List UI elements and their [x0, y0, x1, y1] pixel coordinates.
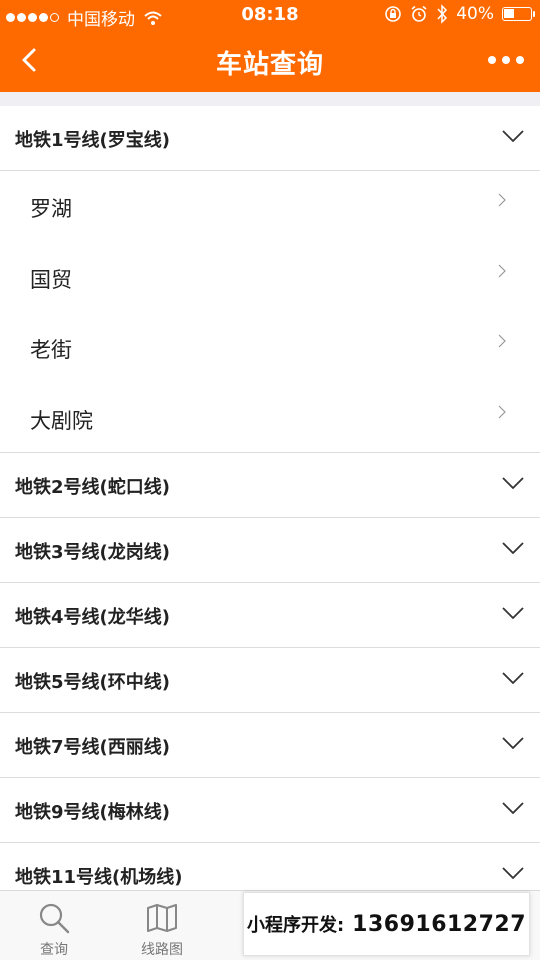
line-name: 地铁3号线(龙岗线) — [15, 542, 170, 563]
line-name: 地铁5号线(环中线) — [15, 672, 170, 693]
chevron-right-icon — [498, 334, 506, 348]
nav-bar: 车站查询 — [0, 30, 540, 92]
tab-label: 线路图 — [141, 942, 183, 958]
line-list: 地铁1号线(罗宝线) 罗湖国贸老街大剧院地铁2号线(蛇口线) 地铁3号线(龙岗线) 地… — [0, 106, 540, 908]
line-name: 地铁4号线(龙华线) — [15, 607, 170, 628]
line-header[interactable]: 地铁4号线(龙华线) — [0, 583, 540, 648]
station-name: 国贸 — [30, 267, 72, 292]
battery-percent: 40% — [456, 4, 494, 24]
map-icon — [147, 904, 177, 932]
bluetooth-icon — [437, 4, 448, 24]
line-header[interactable]: 地铁9号线(梅林线) — [0, 778, 540, 843]
search-icon — [39, 903, 70, 934]
chevron-right-icon — [498, 264, 506, 277]
station-item[interactable]: 国贸 — [0, 241, 540, 312]
chevron-down-icon — [502, 802, 524, 814]
contact-phone: 13691612727 — [352, 911, 527, 937]
line-header[interactable]: 地铁1号线(罗宝线) — [0, 106, 540, 171]
line-header[interactable]: 地铁5号线(环中线) — [0, 648, 540, 713]
line-header[interactable]: 地铁3号线(龙岗线) — [0, 518, 540, 583]
line-name: 地铁2号线(蛇口线) — [15, 477, 170, 498]
line-header[interactable]: 地铁7号线(西丽线) — [0, 713, 540, 778]
tab-route-map[interactable]: 线路图 — [108, 891, 216, 960]
station-name: 大剧院 — [30, 408, 93, 433]
page-title: 车站查询 — [215, 50, 324, 80]
station-item[interactable]: 大剧院 — [0, 382, 540, 453]
chevron-right-icon — [498, 405, 506, 418]
chevron-down-icon — [502, 542, 524, 554]
chevron-down-icon — [502, 737, 524, 749]
tab-search[interactable]: 查询 — [0, 891, 108, 960]
line-name: 地铁11号线(机场线) — [15, 867, 183, 888]
station-name: 老街 — [30, 338, 72, 362]
line-name: 地铁1号线(罗宝线) — [15, 130, 170, 151]
chevron-down-icon — [502, 607, 524, 619]
tab-label: 查询 — [40, 942, 68, 958]
station-item[interactable]: 罗湖 — [0, 171, 540, 242]
chevron-down-icon — [502, 867, 524, 879]
alarm-icon — [411, 5, 427, 22]
line-name: 地铁7号线(西丽线) — [15, 737, 170, 758]
rotation-lock-icon — [385, 6, 402, 22]
battery-fill — [504, 9, 515, 18]
chevron-down-icon — [502, 130, 524, 142]
line-name: 地铁9号线(梅林线) — [15, 802, 170, 823]
more-dots-icon[interactable] — [488, 56, 524, 64]
battery-icon — [502, 7, 535, 21]
contact-label: 小程序开发: — [246, 915, 345, 936]
status-bar: 中国移动 08:18 40% — [0, 0, 540, 30]
station-item[interactable]: 老街 — [0, 312, 540, 383]
line-header[interactable]: 地铁2号线(蛇口线) — [0, 453, 540, 518]
station-name: 罗湖 — [30, 197, 72, 221]
chevron-right-icon — [498, 193, 506, 207]
developer-contact-banner: 小程序开发: 13691612727 — [243, 892, 530, 956]
status-right: 40% — [384, 4, 535, 24]
chevron-down-icon — [502, 672, 524, 684]
chevron-down-icon — [502, 477, 524, 489]
